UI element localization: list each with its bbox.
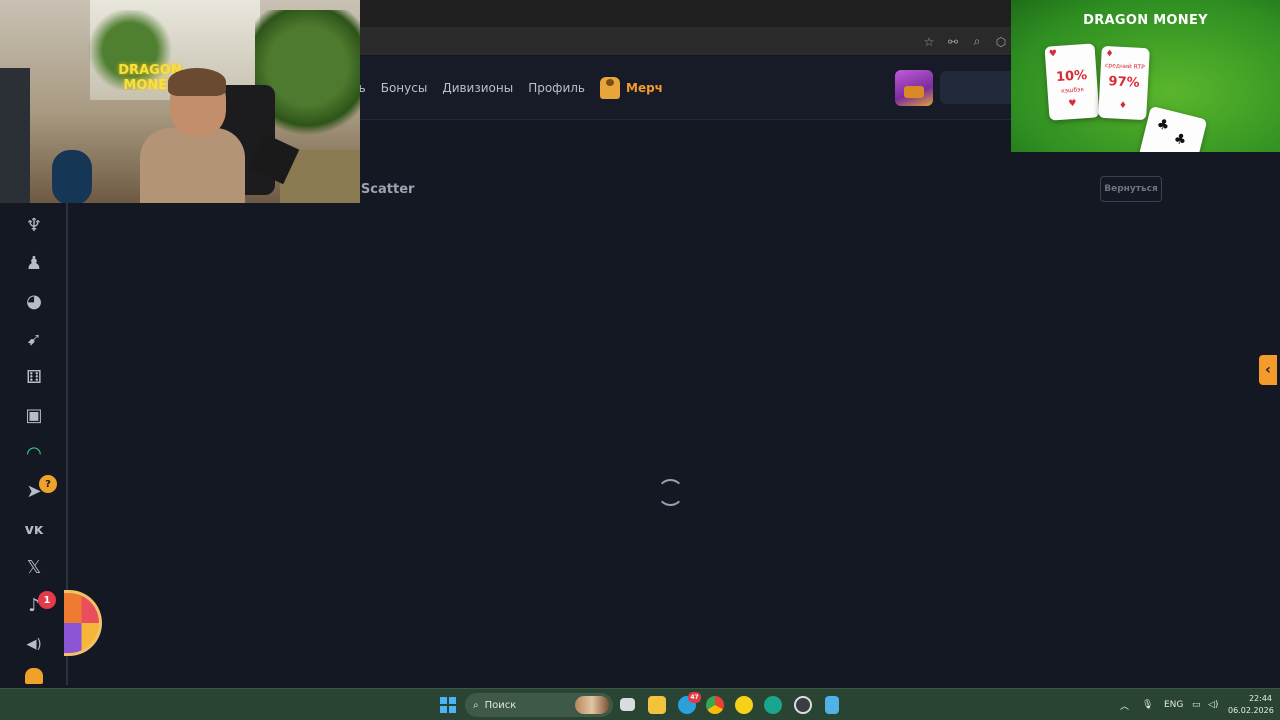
telegram-app-badge: 47 [688,692,701,703]
search-icon: ⌕ [473,699,479,711]
ad-card-cashback-caption: кэшбэк [1060,86,1085,95]
main-nav: ощь Бонусы Дивизионы Профиль Мерч [340,56,663,120]
windows-start-icon[interactable] [440,697,456,713]
chevron-left-icon: ‹ [1265,362,1271,378]
share-link-icon[interactable]: ⚯ [944,35,962,49]
tray-volume-icon[interactable]: ◁) [1208,689,1218,720]
chrome-icon[interactable] [706,696,724,714]
lens-search-icon[interactable]: ⌕ [968,34,986,49]
loading-spinner-icon [657,479,684,506]
ad-card-rtp: ♦ средний RTP 97% ♦ [1098,45,1150,121]
side-panel-toggle[interactable]: ‹ [1259,355,1277,385]
screen: ☆ ⚯ ⌕ ⬡ ощь Бонусы Дивизионы Профиль Мер… [0,0,1280,720]
ad-card-cashback: ♥ 10% кэшбэк ♥ [1044,43,1100,121]
taskbar-search-placeholder: Поиск [484,699,517,711]
ad-logo: DRAGON MONEY [1083,13,1208,28]
left-sidebar: ♆ ♟ ◕ ➹ ⚅ ▣ ◠ ➤ ? ᴠᴋ 𝕏 ♪ 1 ◀) [0,203,68,685]
webcam-person-body [140,128,245,203]
ad-card-rtp-value: 97% [1108,74,1140,91]
tray-language[interactable]: ENG [1164,689,1183,720]
tray-microphone-icon[interactable]: 🎙 [1142,689,1153,720]
header-balance-box[interactable] [940,71,1012,104]
clock-date: 06.02.2026 [1228,706,1274,715]
fortune-wheel-icon[interactable] [64,590,102,656]
diamond-suit-icon: ♦ [1105,48,1114,60]
notepad-icon[interactable] [825,696,839,714]
notification-badge: 1 [38,591,56,609]
webcam-overlay: DRAGON MONEY [0,0,360,203]
ad-card-rtp-caption: средний RTP [1104,61,1145,72]
obs-icon[interactable] [794,696,812,714]
joystick-icon[interactable]: ◕ [21,289,47,315]
dragon-money-ad: DRAGON MONEY ♥ 10% кэшбэк ♥ ♦ средний RT… [1011,0,1280,152]
tray-chevron-up-icon[interactable]: ︿ [1120,689,1129,720]
slot-machine-icon[interactable]: ▣ [21,403,47,429]
support-headset-icon[interactable]: ◠ [21,441,47,467]
windows-taskbar: ⌕ Поиск 47 ︿ 🎙 ENG ▭ ◁) 22:44 06.02.2026 [0,688,1280,720]
treasure-chest-icon[interactable] [895,70,933,106]
taskbar-clock[interactable]: 22:44 06.02.2026 [1228,693,1274,717]
club-suit-icon: ♣ [1172,130,1189,150]
vk-icon[interactable]: ᴠᴋ [21,517,47,543]
task-view-icon[interactable] [620,698,635,711]
heart-suit-icon: ♥ [1048,48,1058,60]
yandex-browser-icon[interactable] [735,696,753,714]
heart-suit-icon: ♥ [1068,98,1077,110]
microphone-icon [52,150,92,203]
rocket-icon[interactable]: ➹ [21,327,47,353]
dice-icon[interactable]: ⚅ [21,365,47,391]
nav-item-bonuses[interactable]: Бонусы [381,81,428,95]
ad-card-cashback-value: 10% [1055,67,1088,86]
ad-card-clubs: ♣ ♣ [1138,105,1208,152]
back-button[interactable]: Вернуться [1100,176,1162,202]
nav-item-divisions[interactable]: Дивизионы [442,81,513,95]
address-bar-actions: ☆ ⚯ ⌕ ⬡ [920,27,1010,56]
search-highlight-image [575,696,609,714]
active-app-icon[interactable] [764,696,782,714]
webcam-person-hair [168,68,226,96]
extensions-icon[interactable]: ⬡ [992,35,1010,49]
dragon-icon[interactable]: ♆ [21,213,47,239]
nav-item-profile[interactable]: Профиль [528,81,585,95]
tray-network-icon[interactable]: ▭ [1192,689,1201,720]
taskbar-search-input[interactable]: ⌕ Поиск [465,693,613,717]
volume-icon[interactable]: ◀) [21,631,47,657]
file-explorer-icon[interactable] [648,696,666,714]
webcam-monitor [0,68,30,203]
bookmark-star-icon[interactable]: ☆ [920,35,938,49]
telegram-badge: ? [39,475,57,493]
club-suit-icon: ♣ [1155,115,1172,135]
diamond-suit-icon: ♦ [1118,100,1128,112]
user-icon[interactable]: ♟ [21,251,47,277]
nav-item-merch[interactable]: Мерч [600,77,663,99]
hoodie-icon [600,77,620,99]
merch-label: Мерч [626,81,663,95]
x-icon[interactable]: 𝕏 [21,555,47,581]
cashier-icon[interactable] [25,668,43,684]
clock-time: 22:44 [1248,694,1272,703]
